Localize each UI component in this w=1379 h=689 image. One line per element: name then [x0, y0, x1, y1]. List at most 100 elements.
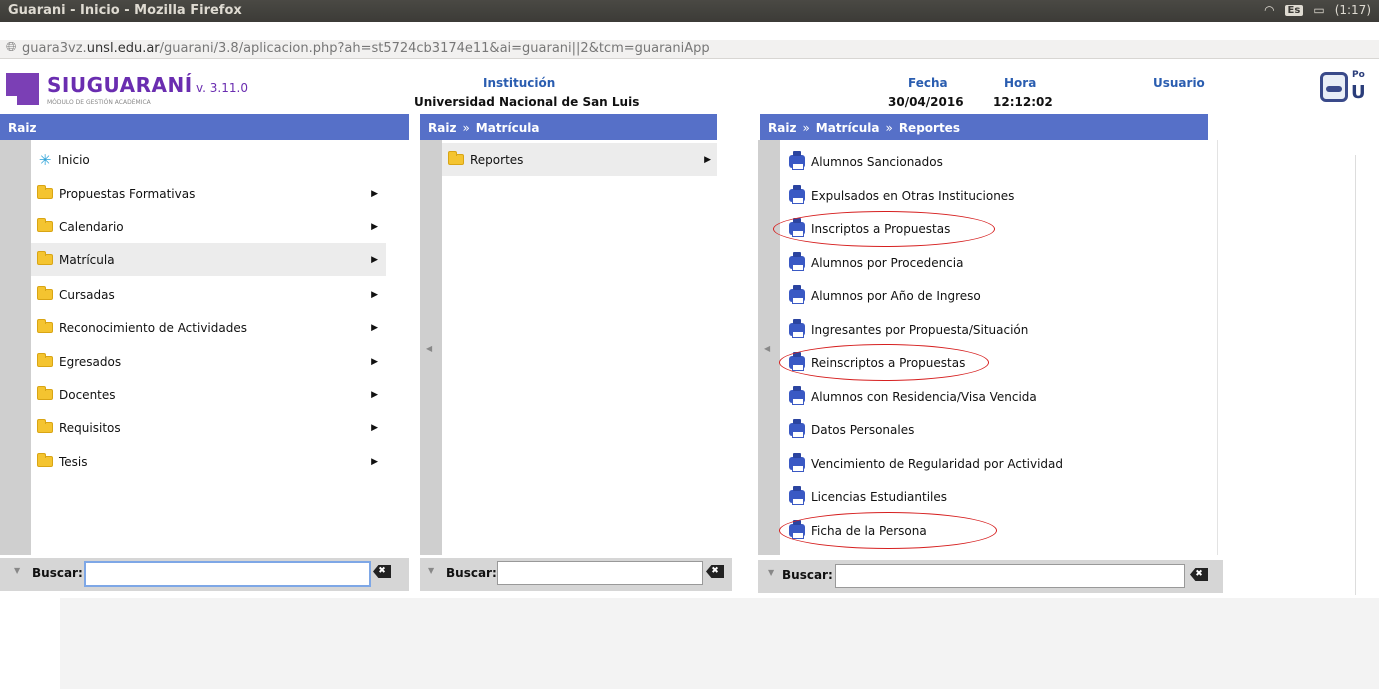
address-bar[interactable]: 🌐︎ guara3vz.unsl.edu.ar/guarani/3.8/apli…	[0, 40, 1379, 59]
folder-icon	[37, 185, 53, 199]
wifi-icon[interactable]: ◠	[1264, 3, 1274, 17]
folder-icon	[37, 319, 53, 333]
keyboard-layout-indicator[interactable]: Es	[1284, 4, 1304, 16]
system-tray: ◠ Es ▭ (1:17)	[1264, 3, 1371, 17]
breadcrumb-raiz[interactable]: Raiz	[428, 121, 456, 135]
report-alumnos-por-ano-de-ingreso[interactable]: Alumnos por Año de Ingreso	[789, 279, 981, 312]
breadcrumb-matricula[interactable]: Matrícula	[476, 121, 540, 135]
annotation-circle-reinscriptos	[779, 344, 989, 381]
breadcrumb-reportes[interactable]: Reportes	[899, 121, 960, 135]
menu-item-egresados[interactable]: Egresados ▶	[31, 345, 386, 378]
menu-item-matricula[interactable]: Matrícula ▶	[31, 243, 386, 276]
menu-item-calendario[interactable]: Calendario ▶	[31, 210, 386, 243]
collapse-arrow-icon[interactable]: ▼	[768, 568, 774, 577]
globe-icon: 🌐︎	[6, 40, 17, 55]
brand-name: SIUGUARANÍ	[47, 73, 193, 97]
menu-item-tesis[interactable]: Tesis ▶	[31, 445, 386, 478]
printer-icon	[789, 486, 805, 505]
brand-subtitle: MÓDULO DE GESTIÓN ACADÉMICA	[47, 99, 151, 106]
report-alumnos-sancionados[interactable]: Alumnos Sancionados	[789, 145, 943, 178]
hora-label: Hora	[1004, 76, 1037, 90]
breadcrumb-raiz[interactable]: Raiz	[8, 121, 36, 135]
printer-icon	[789, 319, 805, 338]
printer-icon	[789, 419, 805, 438]
report-vencimiento-regularidad[interactable]: Vencimiento de Regularidad por Actividad	[789, 447, 1063, 480]
panel2-breadcrumb: Raiz» Matrícula	[420, 114, 717, 140]
submenu-arrow-icon: ▶	[704, 154, 711, 165]
asterisk-icon: ✳	[38, 150, 52, 169]
submenu-arrow-icon: ▶	[371, 389, 378, 400]
battery-icon[interactable]: ▭	[1313, 3, 1324, 17]
folder-icon	[37, 353, 53, 367]
report-alumnos-por-procedencia[interactable]: Alumnos por Procedencia	[789, 246, 963, 279]
report-licencias-estudiantiles[interactable]: Licencias Estudiantiles	[789, 480, 947, 513]
footer-area	[60, 598, 1379, 689]
breadcrumb-raiz[interactable]: Raiz	[768, 121, 796, 135]
folder-icon	[37, 386, 53, 400]
submenu-arrow-icon: ▶	[371, 188, 378, 199]
submenu-arrow-icon: ▶	[371, 254, 378, 265]
menu-item-propuestas-formativas[interactable]: Propuestas Formativas ▶	[31, 177, 386, 210]
panel1-breadcrumb: Raiz	[0, 114, 409, 140]
panel3-search-label: Buscar:	[782, 568, 833, 582]
panel3-search-input[interactable]	[835, 564, 1185, 588]
submenu-arrow-icon: ▶	[371, 221, 378, 232]
breadcrumb-matricula[interactable]: Matrícula	[816, 121, 880, 135]
collapse-arrow-icon[interactable]: ▼	[428, 566, 434, 575]
page-divider-line	[1355, 155, 1356, 595]
printer-icon	[789, 453, 805, 472]
menu-item-cursadas[interactable]: Cursadas ▶	[31, 278, 386, 311]
folder-icon	[37, 419, 53, 433]
folder-icon	[37, 286, 53, 300]
window-title: Guarani - Inicio - Mozilla Firefox	[8, 3, 242, 18]
folder-icon	[37, 218, 53, 232]
report-expulsados-otras-instituciones[interactable]: Expulsados en Otras Instituciones	[789, 179, 1014, 212]
collapse-left-icon[interactable]: ◀	[426, 344, 432, 353]
panel1-search-label: Buscar:	[32, 566, 83, 580]
submenu-arrow-icon: ▶	[371, 356, 378, 367]
institucion-value: Universidad Nacional de San Luis	[414, 95, 640, 109]
hora-value: 12:12:02	[993, 95, 1053, 109]
institucion-label: Institución	[483, 76, 556, 90]
printer-icon	[789, 252, 805, 271]
printer-icon	[789, 151, 805, 170]
url-text[interactable]: guara3vz.unsl.edu.ar/guarani/3.8/aplicac…	[22, 41, 710, 56]
collapse-left-icon[interactable]: ◀	[764, 344, 770, 353]
report-ingresantes-por-propuesta[interactable]: Ingresantes por Propuesta/Situación	[789, 313, 1028, 346]
report-datos-personales[interactable]: Datos Personales	[789, 413, 914, 446]
annotation-circle-ficha	[779, 512, 997, 549]
corner-logo-text: Po	[1352, 70, 1365, 80]
menu-item-requisitos[interactable]: Requisitos ▶	[31, 411, 386, 444]
submenu-arrow-icon: ▶	[371, 422, 378, 433]
app-header: SIUGUARANÍ v. 3.11.0 MÓDULO DE GESTIÓN A…	[0, 68, 1379, 113]
menu-item-reportes[interactable]: Reportes ▶	[442, 143, 717, 176]
menu-item-reconocimiento-de-actividades[interactable]: Reconocimiento de Actividades ▶	[31, 311, 386, 344]
window-title-bar: Guarani - Inicio - Mozilla Firefox ◠ Es …	[0, 0, 1379, 22]
fecha-value: 30/04/2016	[888, 95, 964, 109]
panel1-search-input[interactable]	[84, 561, 371, 587]
university-logo-icon	[1320, 72, 1348, 102]
corner-logo-letter: U	[1351, 82, 1366, 103]
siuguarani-logo-icon	[6, 73, 39, 105]
printer-icon	[789, 386, 805, 405]
submenu-arrow-icon: ▶	[371, 322, 378, 333]
app-version: v. 3.11.0	[196, 81, 248, 95]
panel2-menu	[442, 140, 717, 555]
folder-icon	[448, 151, 464, 165]
panel2-search-label: Buscar:	[446, 566, 497, 580]
menu-item-docentes[interactable]: Docentes ▶	[31, 378, 386, 411]
submenu-arrow-icon: ▶	[371, 289, 378, 300]
printer-icon	[789, 185, 805, 204]
menu-item-inicio[interactable]: ✳ Inicio	[31, 143, 386, 176]
printer-icon	[789, 285, 805, 304]
fecha-label: Fecha	[908, 76, 948, 90]
collapse-arrow-icon[interactable]: ▼	[14, 566, 20, 575]
panel2-search-input[interactable]	[497, 561, 703, 585]
folder-icon	[37, 251, 53, 265]
submenu-arrow-icon: ▶	[371, 456, 378, 467]
panel1-side-strip	[0, 140, 31, 555]
report-alumnos-residencia-visa-vencida[interactable]: Alumnos con Residencia/Visa Vencida	[789, 380, 1037, 413]
battery-time: (1:17)	[1334, 3, 1371, 17]
folder-icon	[37, 453, 53, 467]
annotation-circle-inscriptos	[773, 211, 995, 247]
